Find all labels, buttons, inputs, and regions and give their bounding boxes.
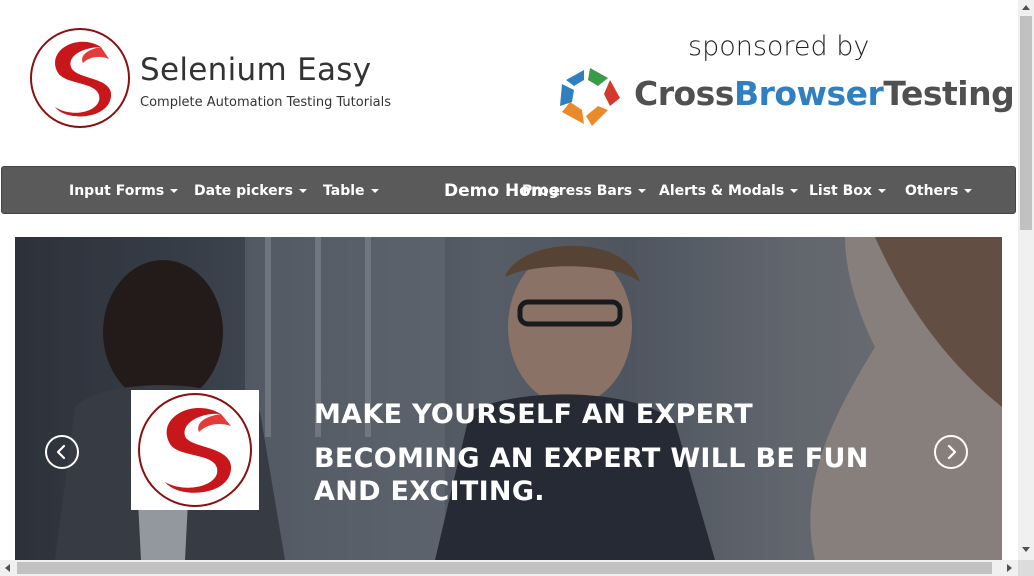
main-navbar: Input Forms Date pickers Table Demo Home… <box>1 166 1016 214</box>
carousel-prev-button[interactable] <box>45 435 79 469</box>
nav-progress-bars[interactable]: Progress Bars <box>522 167 647 215</box>
scroll-down-icon[interactable] <box>1022 547 1030 552</box>
carousel-next-button[interactable] <box>934 435 968 469</box>
nav-alerts-modals-label: Alerts & Modals <box>659 183 785 199</box>
crossbrowsertesting-logo-icon[interactable] <box>558 66 622 128</box>
hero-carousel: MAKE YOURSELF AN EXPERT BECOMING AN EXPE… <box>15 237 1002 560</box>
vertical-scrollbar-thumb[interactable] <box>1020 16 1032 230</box>
nav-list-box-label: List Box <box>809 183 872 199</box>
horizontal-scrollbar[interactable] <box>0 560 1018 576</box>
caret-down-icon <box>370 189 379 193</box>
brand-title: Selenium Easy <box>140 52 372 88</box>
sponsor-name-part2: Browser <box>733 74 884 113</box>
site-header: Selenium Easy Complete Automation Testin… <box>0 0 1018 160</box>
scroll-up-icon[interactable] <box>1022 5 1030 10</box>
nav-others[interactable]: Others <box>905 167 973 215</box>
carousel-heading: MAKE YOURSELF AN EXPERT <box>314 399 754 430</box>
caret-down-icon <box>298 189 307 193</box>
nav-date-pickers-label: Date pickers <box>194 183 293 199</box>
horizontal-scrollbar-thumb[interactable] <box>17 562 992 574</box>
caret-down-icon <box>170 189 179 193</box>
carousel-selenium-logo <box>131 390 259 510</box>
caret-down-icon <box>638 189 647 193</box>
nav-input-forms-label: Input Forms <box>69 183 165 199</box>
sponsor-name-part3: Testing <box>883 74 1015 113</box>
nav-date-pickers[interactable]: Date pickers <box>194 167 307 215</box>
sponsor-name-part1: Cross <box>634 74 734 113</box>
carousel-text: BECOMING AN EXPERT WILL BE FUN AND EXCIT… <box>314 443 869 507</box>
caret-down-icon <box>964 189 973 193</box>
nav-list-box[interactable]: List Box <box>809 167 886 215</box>
vertical-scrollbar[interactable] <box>1018 0 1034 560</box>
scroll-right-icon[interactable] <box>1007 564 1012 572</box>
sponsor-label: sponsored by <box>688 31 870 62</box>
selenium-easy-logo[interactable] <box>29 27 131 129</box>
nav-input-forms[interactable]: Input Forms <box>69 167 179 215</box>
brand-subtitle: Complete Automation Testing Tutorials <box>140 95 392 110</box>
nav-others-label: Others <box>905 183 959 199</box>
sponsor-name[interactable]: CrossBrowserTesting <box>634 74 1015 113</box>
chevron-left-icon <box>56 444 66 460</box>
nav-table[interactable]: Table <box>323 167 379 215</box>
caret-down-icon <box>790 189 799 193</box>
chevron-right-icon <box>947 444 957 460</box>
scrollbar-corner <box>1018 560 1034 576</box>
caret-down-icon <box>877 189 886 193</box>
nav-table-label: Table <box>323 183 365 199</box>
scroll-left-icon[interactable] <box>5 564 10 572</box>
nav-progress-bars-label: Progress Bars <box>522 183 633 199</box>
nav-alerts-modals[interactable]: Alerts & Modals <box>659 167 799 215</box>
